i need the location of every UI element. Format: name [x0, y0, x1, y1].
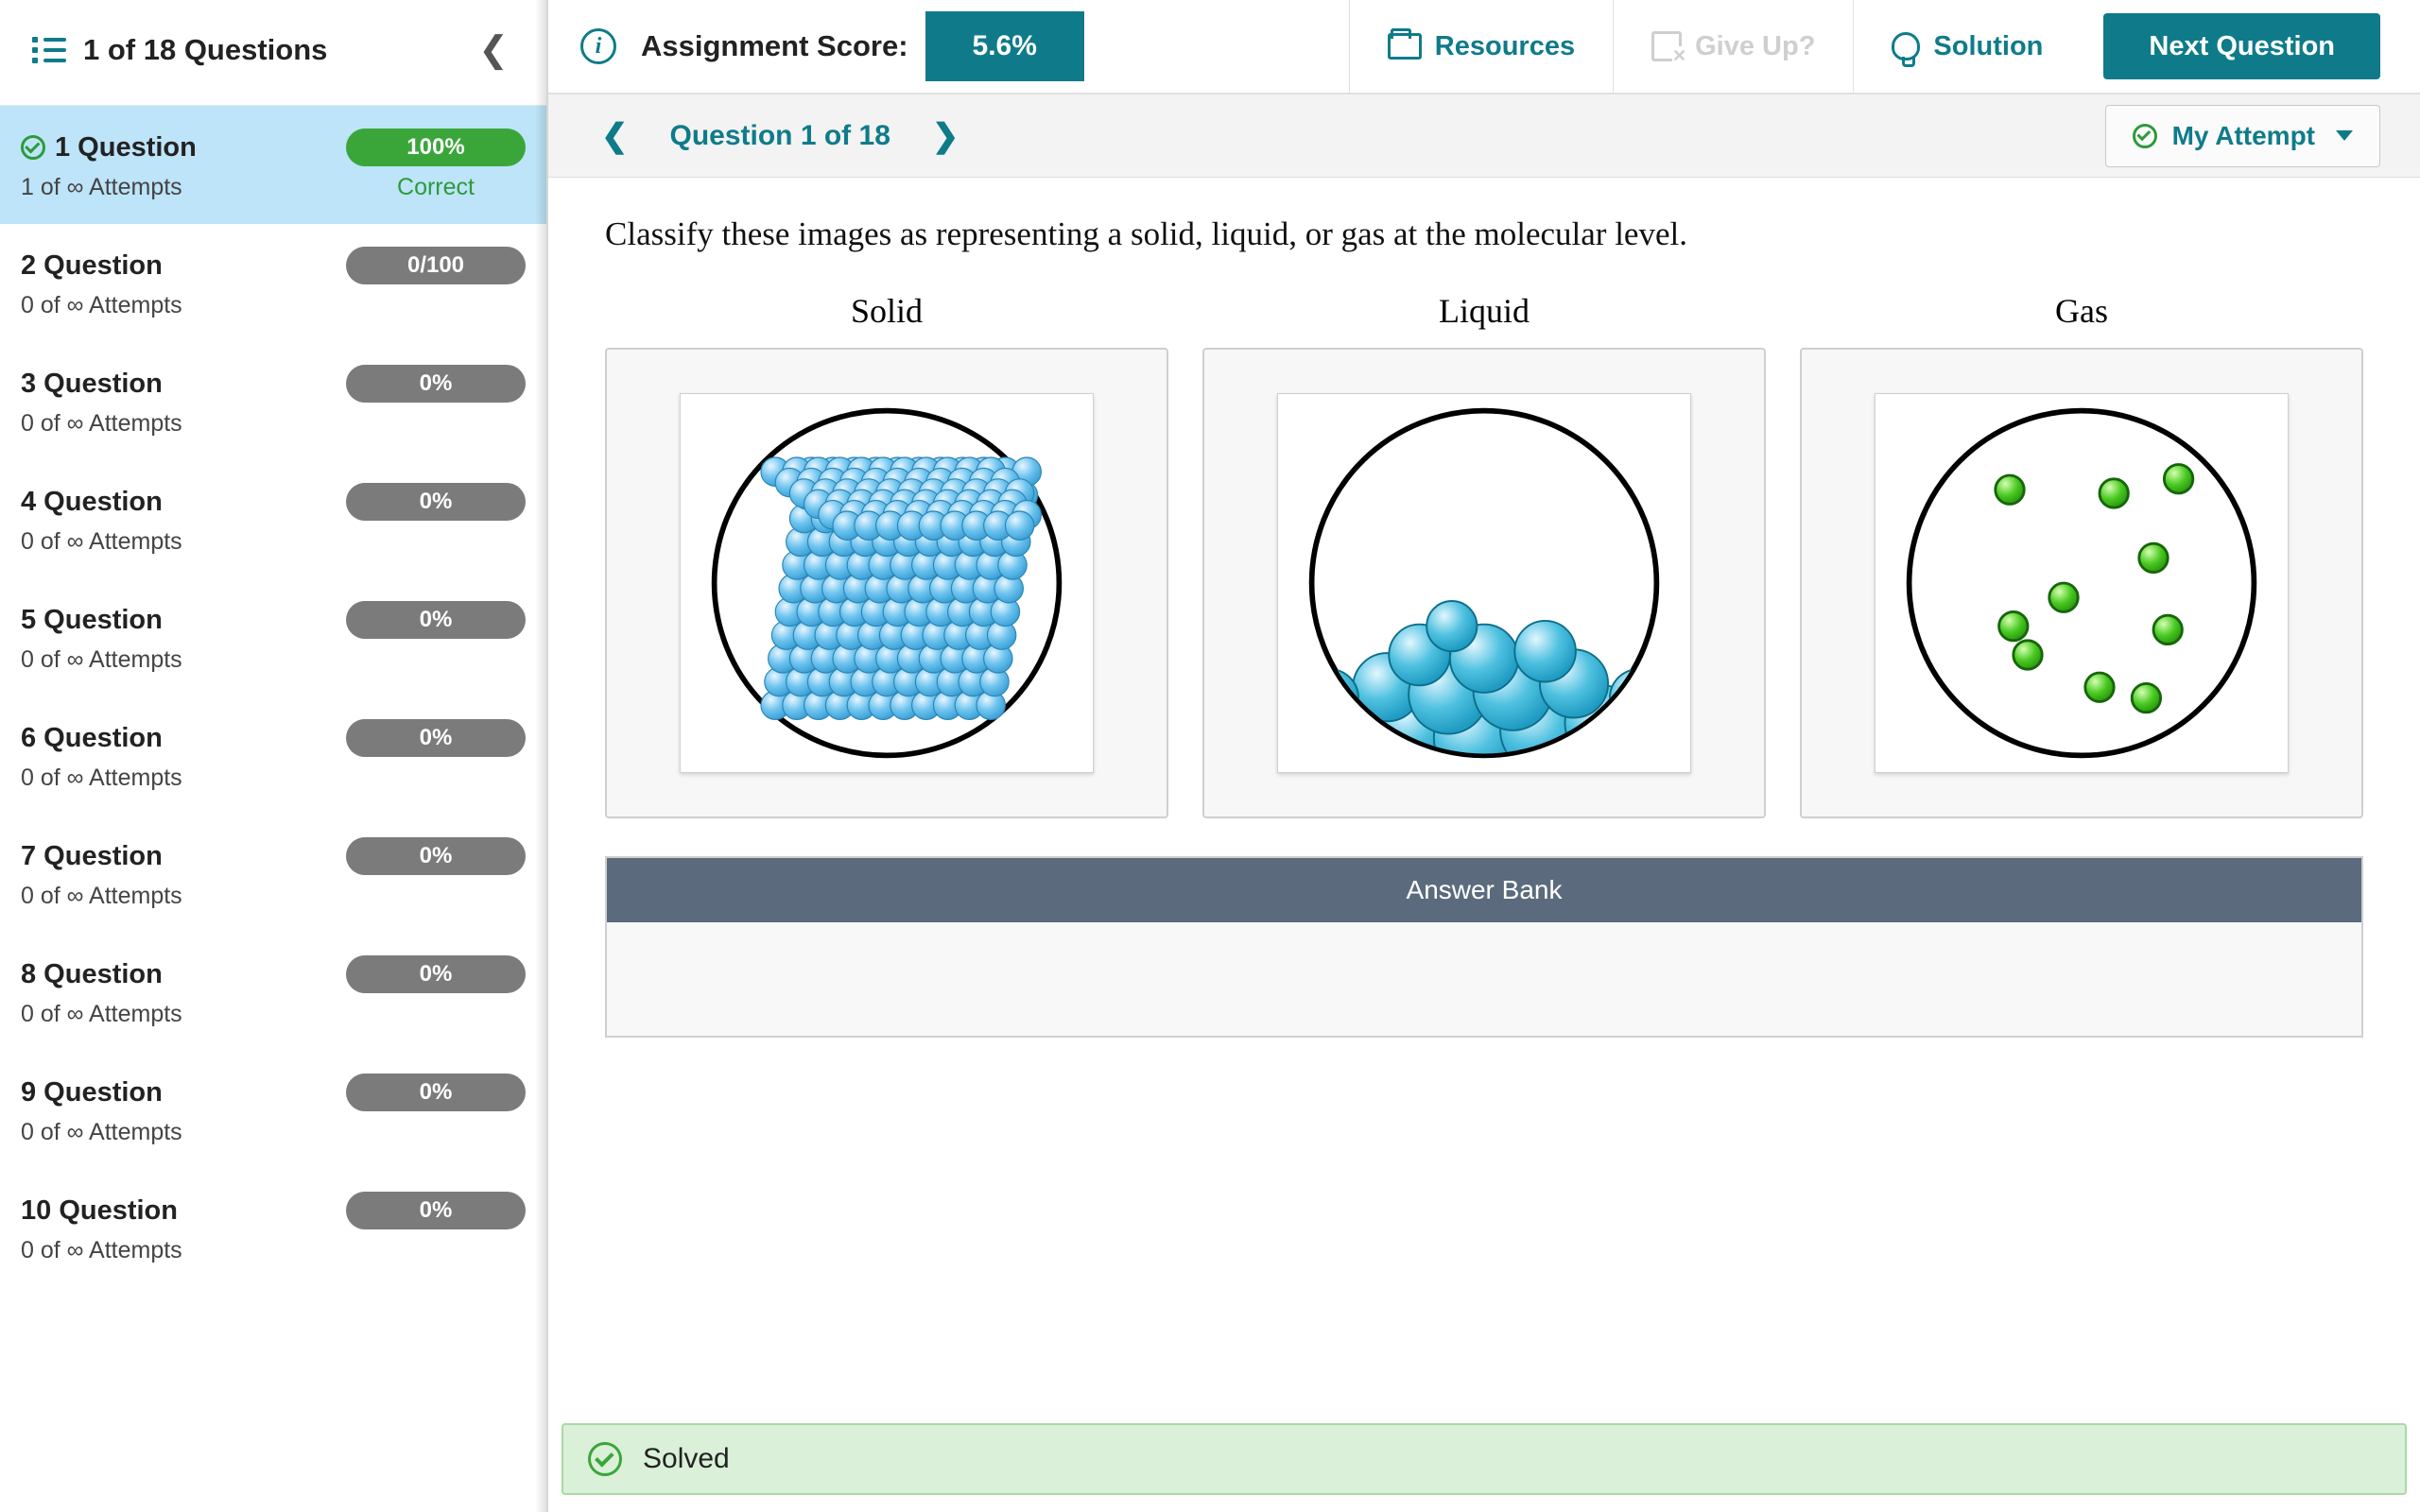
attempts-text: 0 of ∞ Attempts: [21, 528, 526, 556]
drop-zone-liquid[interactable]: Liquid: [1202, 291, 1766, 818]
question-name: 5 Question: [21, 605, 346, 636]
answer-bank-body[interactable]: [607, 922, 2361, 1036]
attempts-text: 0 of ∞ Attempts: [21, 1119, 526, 1146]
question-list-item[interactable]: 10 Question 0% 0 of ∞ Attempts: [0, 1169, 546, 1287]
topbar: i Assignment Score: 5.6% Resources Give …: [548, 0, 2420, 94]
info-icon[interactable]: i: [580, 28, 616, 64]
molecule-card-gas[interactable]: [1875, 393, 2289, 773]
sidebar-title: 1 of 18 Questions: [83, 33, 469, 67]
attempts-text: 0 of ∞ Attempts: [21, 883, 526, 910]
list-icon: [32, 37, 66, 63]
question-list-item[interactable]: 1 Question 100% 1 of ∞ Attempts Correct: [0, 106, 546, 224]
question-name: 2 Question: [21, 250, 346, 282]
attempts-text: 1 of ∞ Attempts: [21, 174, 346, 201]
score-pill: 0%: [346, 719, 526, 757]
question-list-item[interactable]: 2 Question 0/100 0 of ∞ Attempts: [0, 224, 546, 342]
check-icon: [588, 1442, 622, 1476]
score-pill: 0%: [346, 483, 526, 521]
molecule-card-solid[interactable]: [680, 393, 1094, 773]
attempts-text: 0 of ∞ Attempts: [21, 1001, 526, 1028]
question-list-item[interactable]: 8 Question 0% 0 of ∞ Attempts: [0, 933, 546, 1051]
question-list-item[interactable]: 7 Question 0% 0 of ∞ Attempts: [0, 815, 546, 933]
prev-question-arrow[interactable]: ❮: [577, 117, 653, 155]
attempts-text: 0 of ∞ Attempts: [21, 765, 526, 792]
question-list-item[interactable]: 4 Question 0% 0 of ∞ Attempts: [0, 460, 546, 578]
attempt-dropdown[interactable]: My Attempt: [2105, 105, 2380, 167]
check-icon: [21, 135, 45, 160]
status-footer: Solved: [562, 1423, 2407, 1495]
score-pill: 0%: [346, 1192, 526, 1229]
question-list-item[interactable]: 3 Question 0% 0 of ∞ Attempts: [0, 342, 546, 460]
question-name: 6 Question: [21, 723, 346, 754]
attempts-text: 0 of ∞ Attempts: [21, 292, 526, 319]
question-list-item[interactable]: 9 Question 0% 0 of ∞ Attempts: [0, 1051, 546, 1169]
main: i Assignment Score: 5.6% Resources Give …: [548, 0, 2420, 1512]
solution-button[interactable]: Solution: [1853, 0, 2081, 93]
sidebar-header: 1 of 18 Questions ❮: [0, 0, 546, 106]
question-list[interactable]: 1 Question 100% 1 of ∞ Attempts Correct …: [0, 106, 546, 1512]
attempts-text: 0 of ∞ Attempts: [21, 410, 526, 438]
question-name: 10 Question: [21, 1195, 346, 1227]
attempts-text: 0 of ∞ Attempts: [21, 646, 526, 674]
status-label: Correct: [346, 174, 526, 201]
score-pill: 0%: [346, 1074, 526, 1111]
check-icon: [2133, 124, 2157, 148]
status-text: Solved: [643, 1443, 730, 1475]
question-name: 7 Question: [21, 841, 346, 872]
give-up-button: Give Up?: [1613, 0, 1853, 93]
score-pill: 0/100: [346, 247, 526, 284]
bulb-icon: [1892, 32, 1920, 60]
question-prompt: Classify these images as representing a …: [605, 215, 2363, 253]
question-name: 9 Question: [21, 1077, 346, 1108]
resources-button[interactable]: Resources: [1349, 0, 1613, 93]
question-list-item[interactable]: 6 Question 0% 0 of ∞ Attempts: [0, 696, 546, 815]
question-name: 8 Question: [21, 959, 346, 990]
assignment-score-label: Assignment Score:: [641, 29, 908, 63]
question-name: 3 Question: [21, 369, 346, 400]
molecule-card-liquid[interactable]: [1277, 393, 1691, 773]
attempts-text: 0 of ∞ Attempts: [21, 1237, 526, 1264]
answer-bank-header: Answer Bank: [607, 858, 2361, 922]
drop-zone-gas[interactable]: Gas: [1800, 291, 2363, 818]
drop-zone-solid[interactable]: Solid: [605, 291, 1168, 818]
folder-icon: [1388, 33, 1422, 60]
subbar: ❮ Question 1 of 18 ❯ My Attempt: [548, 94, 2420, 178]
caret-down-icon: [2336, 130, 2353, 141]
score-pill: 0%: [346, 955, 526, 993]
question-number: Question 1 of 18: [653, 120, 908, 152]
question-content: Classify these images as representing a …: [548, 178, 2420, 1512]
answer-bank[interactable]: Answer Bank: [605, 856, 2363, 1038]
score-pill: 0%: [346, 365, 526, 403]
score-pill: 100%: [346, 129, 526, 166]
next-question-arrow[interactable]: ❯: [908, 117, 984, 155]
question-name: 1 Question: [55, 132, 346, 163]
collapse-sidebar-button[interactable]: ❮: [469, 28, 518, 71]
assignment-score-value: 5.6%: [925, 11, 1084, 81]
score-pill: 0%: [346, 601, 526, 639]
question-list-item[interactable]: 5 Question 0% 0 of ∞ Attempts: [0, 578, 546, 696]
drop-zones: Solid: [605, 291, 2363, 818]
next-question-button[interactable]: Next Question: [2103, 13, 2380, 79]
give-up-icon: [1651, 31, 1682, 61]
score-pill: 0%: [346, 837, 526, 875]
sidebar: 1 of 18 Questions ❮ 1 Question 100% 1 of…: [0, 0, 548, 1512]
question-name: 4 Question: [21, 487, 346, 518]
